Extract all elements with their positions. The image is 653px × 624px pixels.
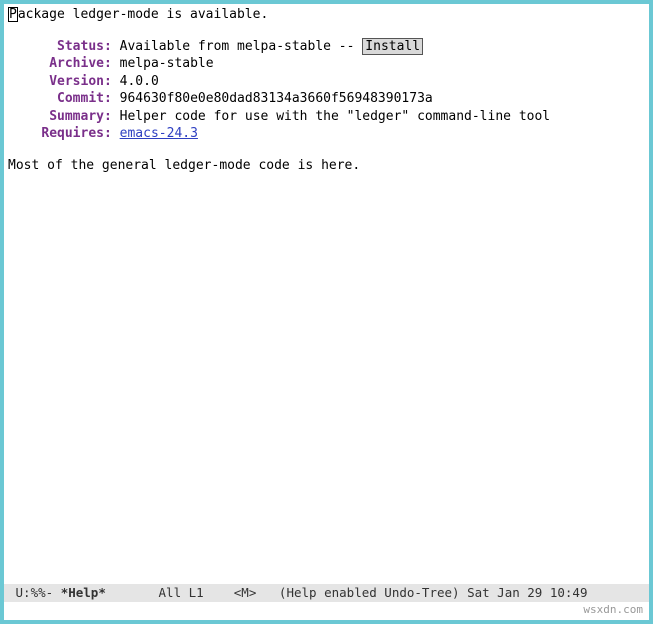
summary-row: Summary: Helper code for use with the "l… xyxy=(8,108,645,126)
requires-link[interactable]: emacs-24.3 xyxy=(120,126,198,141)
requires-row: Requires: emacs-24.3 xyxy=(8,125,645,143)
commit-row: Commit: 964630f80e0e80dad83134a3660f5694… xyxy=(8,90,645,108)
requires-label: Requires xyxy=(8,125,104,143)
modeline-info: All L1 <M> (Help enabled Undo-Tree) Sat … xyxy=(106,585,588,600)
package-description: Most of the general ledger-mode code is … xyxy=(8,157,645,175)
modeline-status: U:%%- xyxy=(8,585,61,600)
archive-label: Archive xyxy=(8,55,104,73)
summary-label: Summary xyxy=(8,108,104,126)
archive-row: Archive: melpa-stable xyxy=(8,55,645,73)
version-value: 4.0.0 xyxy=(120,74,159,89)
buffer-name: *Help* xyxy=(61,585,106,600)
commit-value: 964630f80e0e80dad83134a3660f56948390173a xyxy=(120,91,433,106)
version-row: Version: 4.0.0 xyxy=(8,73,645,91)
status-row: Status: Available from melpa-stable -- I… xyxy=(8,38,645,56)
archive-value: melpa-stable xyxy=(120,56,214,71)
status-label: Status xyxy=(8,38,104,56)
watermark: wsxdn.com xyxy=(583,603,643,616)
emacs-frame: Package ledger-mode is available. Status… xyxy=(0,0,653,624)
package-header: Package ledger-mode is available. xyxy=(8,6,645,24)
summary-value: Helper code for use with the "ledger" co… xyxy=(120,109,550,124)
echo-area: wsxdn.com xyxy=(4,602,649,620)
cursor: P xyxy=(8,7,18,22)
mode-line[interactable]: U:%%- *Help* All L1 <M> (Help enabled Un… xyxy=(4,584,649,602)
install-button[interactable]: Install xyxy=(362,38,423,55)
commit-label: Commit xyxy=(8,90,104,108)
status-text: Available from melpa-stable -- xyxy=(120,39,363,54)
header-rest: ackage ledger-mode is available. xyxy=(18,7,268,22)
version-label: Version xyxy=(8,73,104,91)
help-buffer[interactable]: Package ledger-mode is available. Status… xyxy=(4,4,649,584)
